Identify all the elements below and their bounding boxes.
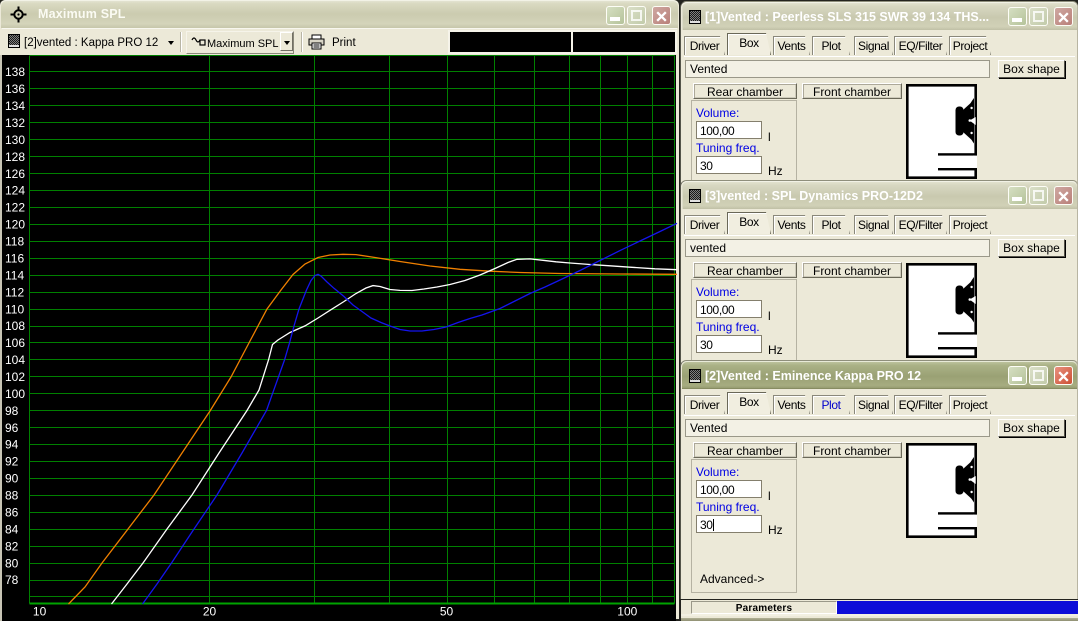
svg-text:100: 100 bbox=[617, 605, 637, 619]
svg-text:118: 118 bbox=[5, 235, 24, 249]
svg-text:92: 92 bbox=[5, 455, 19, 469]
svg-text:98: 98 bbox=[5, 404, 19, 418]
svg-text:106: 106 bbox=[5, 336, 25, 350]
svg-text:88: 88 bbox=[5, 489, 19, 503]
svg-text:86: 86 bbox=[5, 506, 19, 520]
svg-text:90: 90 bbox=[5, 472, 19, 486]
svg-text:122: 122 bbox=[5, 201, 25, 215]
svg-text:84: 84 bbox=[5, 522, 19, 536]
svg-text:130: 130 bbox=[5, 133, 25, 147]
svg-text:80: 80 bbox=[5, 556, 19, 570]
svg-text:94: 94 bbox=[5, 438, 19, 452]
svg-text:124: 124 bbox=[5, 184, 25, 198]
svg-text:96: 96 bbox=[5, 421, 19, 435]
svg-text:132: 132 bbox=[5, 116, 25, 130]
svg-text:114: 114 bbox=[5, 268, 24, 282]
svg-text:10: 10 bbox=[33, 605, 47, 619]
svg-text:102: 102 bbox=[5, 370, 25, 384]
svg-text:100: 100 bbox=[5, 387, 25, 401]
svg-text:82: 82 bbox=[5, 539, 19, 553]
svg-text:136: 136 bbox=[5, 82, 25, 96]
svg-text:108: 108 bbox=[5, 319, 25, 333]
svg-text:110: 110 bbox=[5, 302, 24, 316]
svg-text:50: 50 bbox=[440, 605, 454, 619]
svg-text:128: 128 bbox=[5, 150, 25, 164]
svg-text:134: 134 bbox=[5, 99, 25, 113]
svg-text:138: 138 bbox=[5, 65, 25, 79]
svg-text:116: 116 bbox=[5, 252, 24, 266]
svg-text:20: 20 bbox=[203, 605, 217, 619]
svg-text:126: 126 bbox=[5, 167, 25, 181]
svg-text:78: 78 bbox=[5, 573, 19, 587]
svg-text:112: 112 bbox=[5, 285, 24, 299]
svg-text:104: 104 bbox=[5, 353, 25, 367]
svg-text:120: 120 bbox=[5, 218, 25, 232]
